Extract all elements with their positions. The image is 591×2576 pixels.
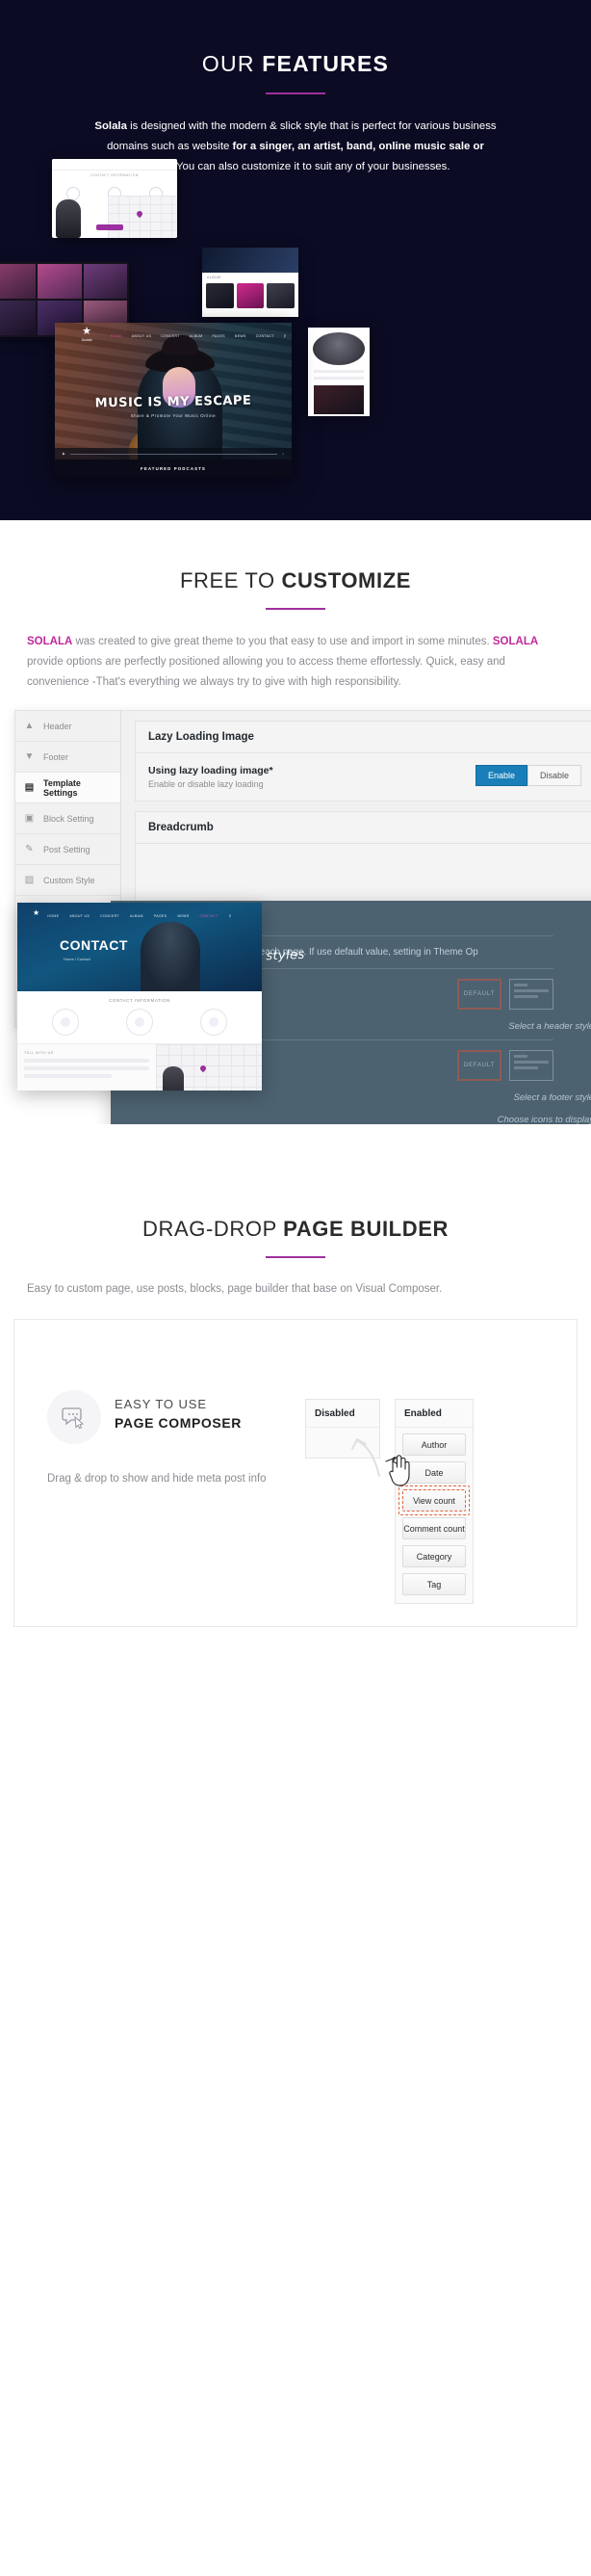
meta-item-tag[interactable]: Tag	[402, 1573, 466, 1595]
custom-style-icon: ▧	[24, 875, 35, 885]
comment-cursor-icon	[47, 1390, 101, 1444]
builder-description: Easy to custom page, use posts, blocks, …	[27, 1283, 443, 1295]
sidebar-item-footer[interactable]: ▼ Footer	[15, 742, 120, 773]
lazy-loading-card: Lazy Loading Image Using lazy loading im…	[135, 721, 591, 802]
hero-title-bold: FEATURES	[262, 51, 390, 76]
page-composer-info: EASY TO USE PAGE COMPOSER Drag & drop to…	[47, 1390, 288, 1489]
play-icon: ▶	[63, 452, 65, 456]
chevron-down-icon: ▼	[24, 751, 35, 762]
enable-button[interactable]: Enable	[475, 765, 527, 786]
mockup-homepage: ★ Solala HOME ABOUT US CONCERT ALBUM PAG…	[55, 323, 292, 477]
contact-mock-nav: HOME ABOUT US CONCERT ALBUM PAGES NEWS C…	[47, 914, 232, 918]
lazy-loading-card-title: Lazy Loading Image	[136, 722, 591, 753]
customize-title: FREE TO CUSTOMIZE	[179, 568, 412, 592]
sidebar-item-label: Footer	[43, 751, 69, 762]
sidebar-item-block-setting[interactable]: ▣ Block Setting	[15, 803, 120, 834]
mockup-submit-button	[96, 224, 123, 230]
disabled-column-title: Disabled	[306, 1400, 379, 1428]
sidebar-item-label: Template Settings	[43, 777, 81, 798]
hero-title-light: OUR	[201, 51, 263, 76]
sidebar-item-template-settings[interactable]: ▤ Template Settings	[15, 773, 120, 803]
hand-drag-icon	[385, 1455, 410, 1486]
sidebar-item-post-setting[interactable]: ✎ Post Setting	[15, 834, 120, 865]
customize-divider	[266, 608, 325, 610]
lazy-loading-field-label: Using lazy loading image*	[148, 765, 273, 776]
sidebar-item-custom-style[interactable]: ▧ Custom Style	[15, 865, 120, 896]
contact-mock-title: CONTACT	[60, 937, 128, 953]
customize-section: FREE TO CUSTOMIZE SOLALA was created to …	[0, 520, 591, 1130]
contact-mock-form: TELL WITH US	[17, 1043, 156, 1091]
footer-style-hint: Select a footer style	[513, 1092, 591, 1103]
mockup-album-page: ALBUM	[202, 248, 298, 317]
lazy-loading-field-desc: Enable or disable lazy loading	[148, 779, 264, 789]
mockup-navigation: HOME ABOUT US CONCERT ALBUM PAGES NEWS C…	[111, 334, 287, 338]
sidebar-item-label: Block Setting	[43, 813, 94, 824]
page-composer-desc: Drag & drop to show and hide meta post i…	[47, 1473, 267, 1485]
header-style-option-2[interactable]	[509, 979, 553, 1010]
features-hero-section: OUR FEATURES Solala is designed with the…	[0, 0, 591, 520]
contact-mock-breadcrumb: Home / Contact	[64, 957, 90, 961]
footer-style-option-2[interactable]	[509, 1050, 553, 1081]
breadcrumb-card: Breadcrumb	[135, 811, 591, 903]
contact-mock-icon-social	[199, 1009, 227, 1036]
drag-direction-arrow-icon	[351, 1438, 380, 1477]
header-style-default-option[interactable]: DEFAULT	[457, 979, 501, 1010]
search-icon: ⚲	[283, 334, 287, 338]
mockup-contact-label: CONTACT INFORMATION	[90, 173, 139, 177]
mockup-contact-page: CONTACT INFORMATION	[52, 159, 177, 238]
builder-divider	[266, 1256, 325, 1258]
contact-mock-icon-phone	[125, 1009, 153, 1036]
breadcrumb-card-title: Breadcrumb	[136, 812, 591, 844]
icons-hint: Choose icons to display	[497, 1115, 591, 1125]
meta-item-category[interactable]: Category	[402, 1545, 466, 1567]
contact-mock-microphone	[163, 1066, 184, 1091]
hero-desc-brand: Solala	[94, 120, 127, 132]
block-icon: ▣	[24, 813, 35, 824]
customize-description: SOLALA was created to give great theme t…	[27, 636, 539, 688]
contact-mock-map	[156, 1043, 262, 1091]
lazy-loading-toggle-group[interactable]: Enable Disable	[475, 765, 581, 786]
chevron-up-icon: ▲	[24, 721, 35, 731]
mockup-artist-page	[308, 328, 370, 416]
template-icon: ▤	[24, 782, 35, 793]
page-builder-section: DRAG-DROP PAGE BUILDER Easy to custom pa…	[0, 1124, 591, 1627]
contact-mock-logo: ★	[33, 908, 40, 917]
sidebar-item-label: Header	[43, 721, 72, 731]
disable-button[interactable]: Disable	[527, 765, 581, 786]
mockup-audio-player: ▶ ♪	[55, 448, 292, 460]
sidebar-item-label: Custom Style	[43, 875, 95, 885]
page-composer-demo: EASY TO USE PAGE COMPOSER Drag & drop to…	[13, 1319, 578, 1627]
title-divider	[266, 92, 325, 94]
mockup-subline: Share & Promote Your Music Online	[130, 413, 217, 418]
contact-page-mockup: HOME ABOUT US CONCERT ALBUM PAGES NEWS C…	[17, 903, 262, 1091]
mockup-map	[108, 196, 177, 238]
contact-mock-person	[141, 922, 200, 991]
post-edit-icon: ✎	[25, 844, 34, 854]
contact-mock-icon-address	[52, 1009, 80, 1036]
search-icon: ⚲	[228, 914, 232, 918]
page-title: OUR FEATURES	[0, 51, 591, 77]
footer-style-default-option[interactable]: DEFAULT	[457, 1050, 501, 1081]
enabled-column[interactable]: Enabled Author Date View count Comment c…	[395, 1399, 474, 1604]
mockup-microphone	[56, 199, 81, 238]
mockup-footer-bar: FEATURED PODCASTS	[55, 460, 292, 477]
admin-panel-composition: ▲ Header ▼ Footer ▤ Template Settings ▣ …	[0, 710, 591, 1130]
sidebar-item-header[interactable]: ▲ Header	[15, 711, 120, 742]
contact-mock-info-bar: CONTACT INFORMATION	[109, 998, 170, 1003]
sidebar-item-label: Post Setting	[43, 844, 90, 854]
mockup-album-label: ALBUM	[207, 276, 221, 279]
volume-icon: ♪	[282, 452, 284, 456]
meta-item-view-count[interactable]: View count	[398, 1485, 470, 1515]
builder-title: DRAG-DROP PAGE BUILDER	[142, 1217, 449, 1241]
meta-item-comment-count[interactable]: Comment count	[402, 1517, 466, 1539]
enabled-column-title: Enabled	[396, 1400, 473, 1428]
hero-desc-part4: . You can also customize it to suit any …	[169, 161, 450, 172]
